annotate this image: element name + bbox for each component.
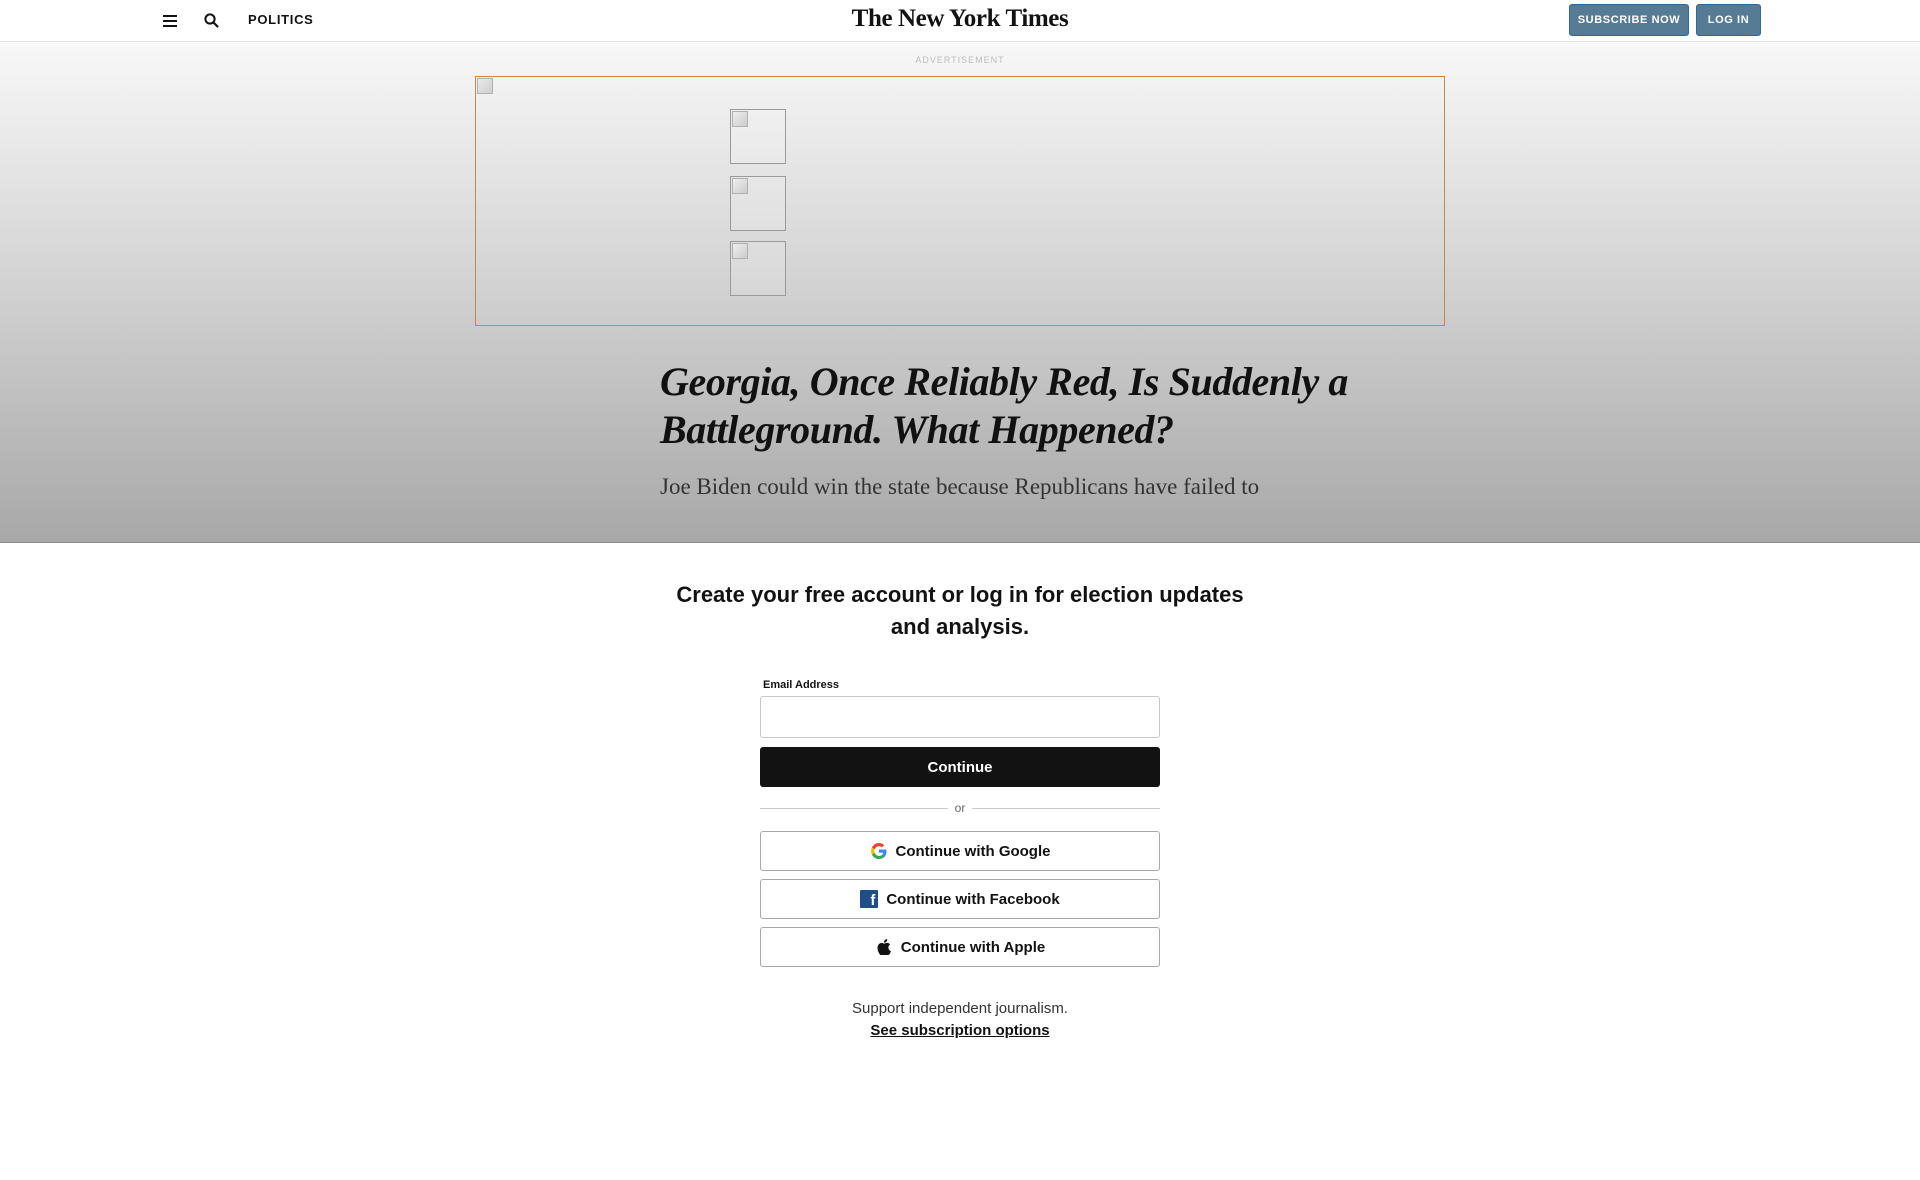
continue-with-facebook-button[interactable]: f Continue with Facebook (760, 879, 1160, 919)
article-background: ADVERTISEMENT (0, 43, 1920, 542)
google-button-label: Continue with Google (895, 842, 1051, 860)
log-in-button[interactable]: LOG IN (1696, 4, 1761, 36)
search-icon[interactable] (202, 11, 222, 31)
support-journalism-text: Support independent journalism. (852, 1000, 1068, 1017)
ad-image-placeholder[interactable] (730, 109, 786, 164)
ad-image-placeholder[interactable] (730, 176, 786, 231)
registration-panel: Create your free account or log in for e… (0, 542, 1920, 1180)
section-link-politics[interactable]: POLITICS (248, 12, 314, 27)
broken-image-icon (477, 78, 493, 94)
apple-icon (875, 938, 893, 956)
continue-with-google-button[interactable]: Continue with Google (760, 831, 1160, 871)
email-field-label: Email Address (763, 679, 840, 691)
subscribe-now-button[interactable]: SUBSCRIBE NOW (1569, 4, 1689, 36)
article-summary: Joe Biden could win the state because Re… (660, 474, 1260, 499)
article-headline: Georgia, Once Reliably Red, Is Suddenly … (660, 359, 1349, 452)
advertisement-banner[interactable] (475, 76, 1445, 326)
email-input[interactable] (760, 696, 1160, 738)
nyt-logo[interactable]: The New York Times (852, 5, 1069, 32)
or-divider: or (760, 801, 1160, 815)
site-header: POLITICS The New York Times SUBSCRIBE NO… (0, 0, 1920, 42)
hamburger-menu-icon[interactable] (160, 11, 180, 31)
google-icon (870, 842, 888, 860)
advertisement-label: ADVERTISEMENT (915, 55, 1005, 65)
see-subscription-options-link[interactable]: See subscription options (870, 1022, 1049, 1039)
apple-button-label: Continue with Apple (900, 938, 1046, 956)
registration-title: Create your free account or log in for e… (676, 582, 1244, 639)
continue-with-apple-button[interactable]: Continue with Apple (760, 927, 1160, 967)
ad-image-placeholder[interactable] (730, 241, 786, 296)
facebook-icon: f (860, 890, 879, 908)
facebook-button-label: Continue with Facebook (886, 890, 1060, 908)
continue-button[interactable]: Continue (760, 747, 1160, 787)
